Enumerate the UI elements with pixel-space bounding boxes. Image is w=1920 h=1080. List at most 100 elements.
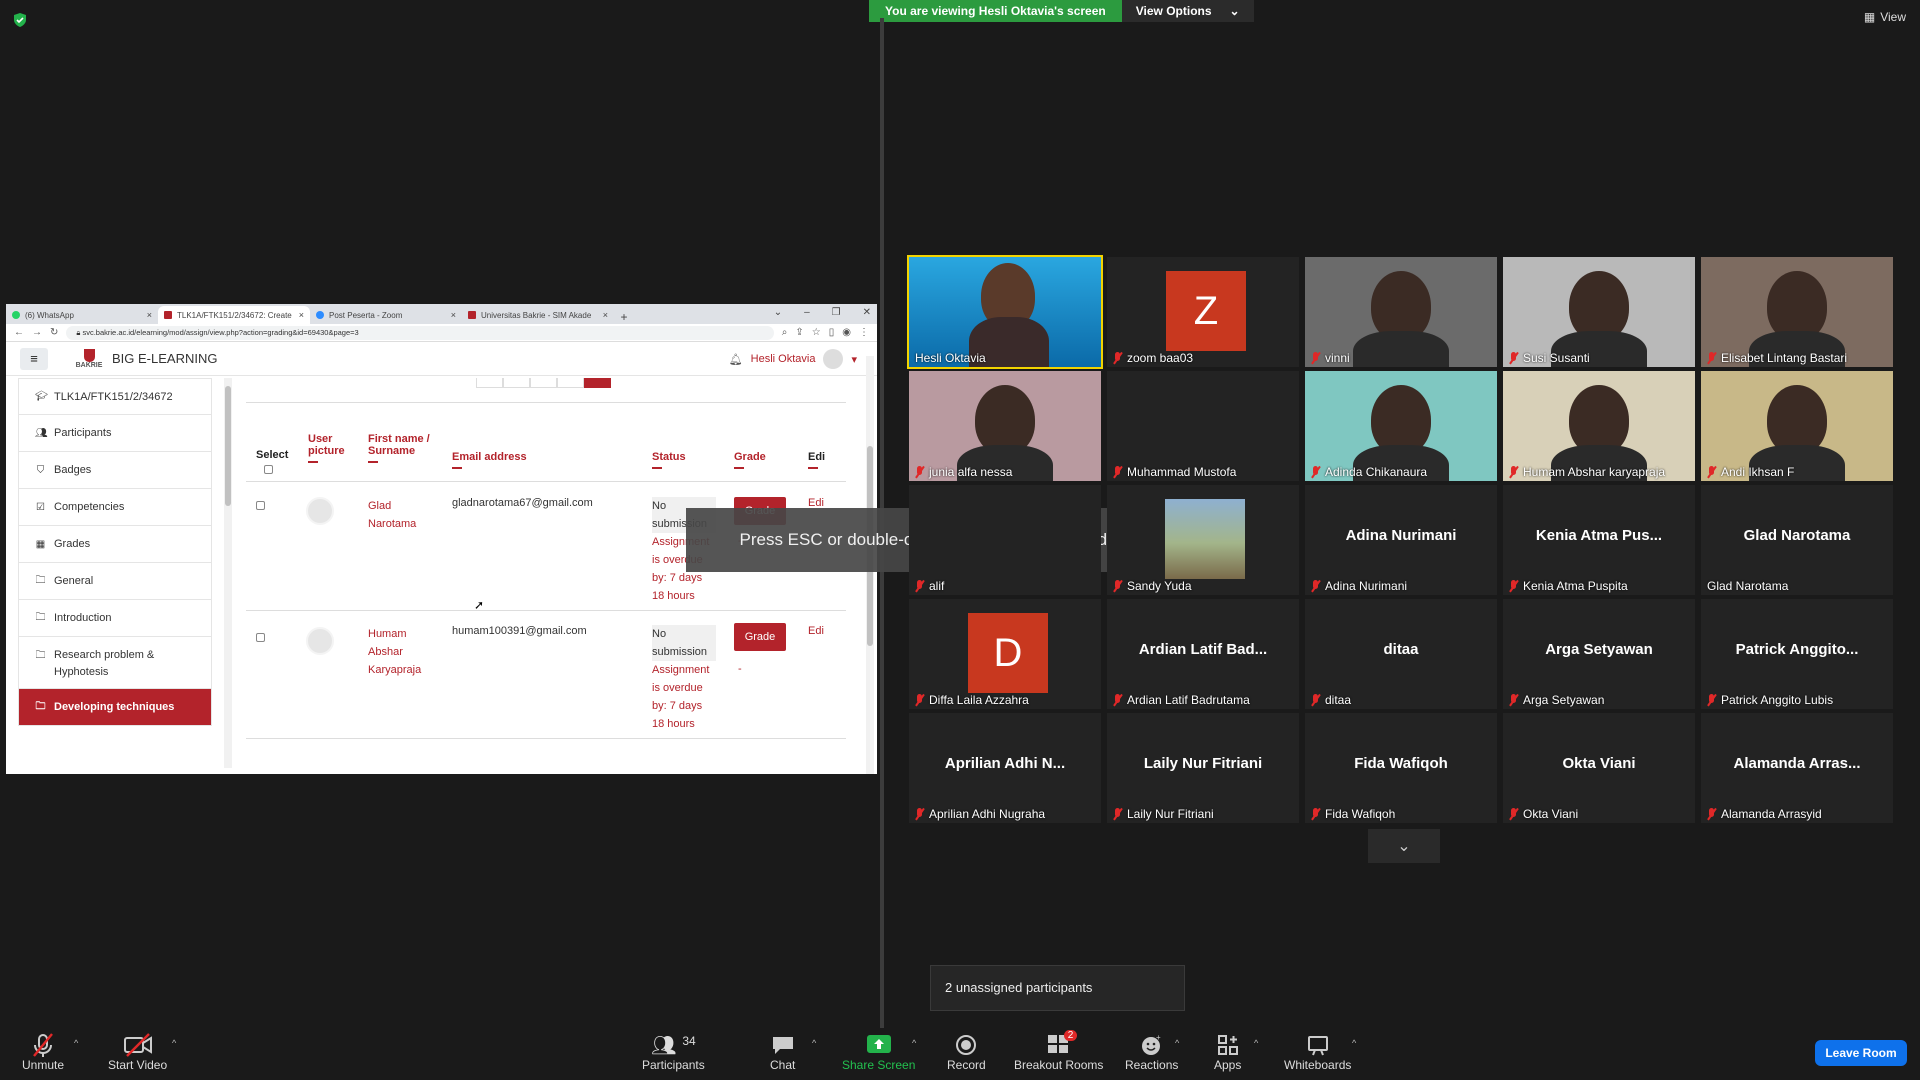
participant-tile[interactable]: Andi Ikhsan F [1701, 371, 1893, 481]
participant-tile[interactable]: Elisabet Lintang Bastari [1701, 257, 1893, 367]
reload-icon[interactable]: ↻ [50, 327, 58, 338]
chat-button[interactable]: Chat [770, 1032, 795, 1072]
header-status[interactable]: Status [652, 451, 686, 469]
url-field[interactable]: 🔒︎ svc.bakrie.ac.id/elearning/mod/assign… [66, 325, 774, 340]
menu-dots-icon[interactable]: ⋮ [859, 327, 869, 338]
side-panel-icon[interactable]: ▯ [829, 327, 835, 338]
bell-icon[interactable]: 🔔︎ [729, 353, 743, 366]
page-link[interactable] [557, 378, 584, 388]
drawer-item-grades[interactable]: ▦ Grades [18, 526, 212, 563]
participant-tile[interactable]: Susi Susanti [1503, 257, 1695, 367]
unmute-button[interactable]: Unmute [22, 1032, 64, 1072]
reactions-options-caret[interactable]: ^ [1175, 1038, 1179, 1048]
page-link[interactable] [476, 378, 503, 388]
participant-tile[interactable]: alif [909, 485, 1101, 595]
participant-tile[interactable]: Sandy Yuda [1107, 485, 1299, 595]
whiteboards-button[interactable]: Whiteboards [1284, 1032, 1351, 1072]
edit-link[interactable]: Edi [808, 625, 824, 637]
participant-tile[interactable]: Aprilian Adhi N... Aprilian Adhi Nugraha [909, 713, 1101, 823]
participant-tile[interactable]: Humam Abshar karyapraja [1503, 371, 1695, 481]
apps-options-caret[interactable]: ^ [1254, 1038, 1258, 1048]
bookmark-star-icon[interactable]: ☆ [812, 327, 821, 338]
unassigned-participants-tooltip[interactable]: 2 unassigned participants [930, 965, 1185, 1011]
participant-tile[interactable]: Adinda Chikanaura [1305, 371, 1497, 481]
page-link[interactable] [530, 378, 557, 388]
participant-tile[interactable]: Adina Nurimani Adina Nurimani [1305, 485, 1497, 595]
participant-tile[interactable]: Laily Nur Fitriani Laily Nur Fitriani [1107, 713, 1299, 823]
profile-icon[interactable]: ◉ [842, 327, 851, 338]
share-screen-button[interactable]: Share Screen [842, 1032, 915, 1072]
drawer-item-general[interactable]: 🗀 General [18, 563, 212, 600]
share-icon[interactable]: ⇪ [795, 327, 803, 338]
header-grade[interactable]: Grade [734, 451, 766, 469]
participant-tile[interactable]: Hesli Oktavia [907, 255, 1103, 369]
drawer-scrollbar[interactable] [224, 378, 232, 768]
header-name[interactable]: First name / Surname [368, 433, 432, 463]
participant-tile[interactable]: vinni [1305, 257, 1497, 367]
page-link-current[interactable] [584, 378, 611, 388]
header-edit[interactable]: Edi [808, 451, 825, 469]
drawer-item-introduction[interactable]: 🗀 Introduction [18, 600, 212, 637]
share-options-caret[interactable]: ^ [912, 1038, 916, 1048]
chat-options-caret[interactable]: ^ [812, 1038, 816, 1048]
participant-tile[interactable]: Alamanda Arras... Alamanda Arrasyid [1701, 713, 1893, 823]
leave-room-button[interactable]: Leave Room [1815, 1040, 1907, 1066]
browser-tab-whatsapp[interactable]: (6) WhatsApp × [6, 306, 158, 324]
reactions-button[interactable]: + Reactions [1125, 1032, 1178, 1072]
drawer-item-competencies[interactable]: ☑ Competencies [18, 489, 212, 526]
close-window-icon[interactable]: ✕ [863, 307, 871, 318]
participants-button[interactable]: 👥︎ 34 Participants [642, 1032, 705, 1072]
participant-tile[interactable]: Patrick Anggito... Patrick Anggito Lubis [1701, 599, 1893, 709]
back-icon[interactable]: ← [14, 327, 24, 338]
new-tab-button[interactable]: + [614, 310, 634, 324]
select-all-checkbox[interactable] [264, 465, 273, 474]
participant-tile[interactable]: Arga Setyawan Arga Setyawan [1503, 599, 1695, 709]
start-video-button[interactable]: Start Video [108, 1032, 167, 1072]
restore-icon[interactable]: ❐ [832, 307, 841, 318]
whiteboards-options-caret[interactable]: ^ [1352, 1038, 1356, 1048]
participant-tile[interactable]: ditaa ditaa [1305, 599, 1497, 709]
user-menu[interactable]: 🔔︎ Hesli Oktavia ▾ [729, 349, 857, 369]
user-name-link[interactable]: Humam Abshar Karyapraja [368, 625, 428, 679]
participant-tile[interactable]: Ardian Latif Bad... Ardian Latif Badrutam… [1107, 599, 1299, 709]
hamburger-menu-icon[interactable]: ≡ [20, 347, 48, 370]
apps-button[interactable]: Apps [1214, 1032, 1241, 1072]
close-tab-icon[interactable]: × [147, 310, 152, 320]
tab-search-icon[interactable]: ⌄ [774, 307, 782, 318]
row-checkbox[interactable] [256, 501, 265, 510]
grade-button[interactable]: Grade [734, 623, 786, 651]
forward-icon[interactable]: → [32, 327, 42, 338]
close-tab-icon[interactable]: × [603, 310, 608, 320]
drawer-item-research[interactable]: 🗀 Research problem & Hyphotesis [18, 637, 212, 689]
participant-tile[interactable]: Okta Viani Okta Viani [1503, 713, 1695, 823]
row-checkbox[interactable] [256, 633, 265, 642]
participant-tile[interactable]: junia alfa nessa [909, 371, 1101, 481]
header-user-picture[interactable]: User picture [308, 433, 352, 463]
participant-tile[interactable]: Glad Narotama Glad Narotama [1701, 485, 1893, 595]
audio-options-caret[interactable]: ^ [74, 1038, 78, 1048]
video-options-caret[interactable]: ^ [172, 1038, 176, 1048]
minimize-icon[interactable]: – [804, 307, 810, 318]
security-shield-icon[interactable] [12, 12, 28, 28]
drawer-item-badges[interactable]: ⛉ Badges [18, 452, 212, 489]
drawer-item-participants[interactable]: 👥︎ Participants [18, 415, 212, 452]
drawer-item-course[interactable]: 🎓︎ TLK1A/FTK151/2/34672 [18, 378, 212, 415]
drawer-item-developing-techniques[interactable]: 🗀 Developing techniques [18, 689, 212, 726]
participant-tile[interactable]: Zzoom baa03 [1107, 257, 1299, 367]
close-tab-icon[interactable]: × [451, 310, 456, 320]
participant-tile[interactable]: Kenia Atma Pus... Kenia Atma Puspita [1503, 485, 1695, 595]
scroll-thumb[interactable] [225, 386, 231, 506]
page-link[interactable] [503, 378, 530, 388]
participant-tile[interactable]: Fida Wafiqoh Fida Wafiqoh [1305, 713, 1497, 823]
record-button[interactable]: Record [947, 1032, 986, 1072]
site-name[interactable]: BIG E-LEARNING [112, 351, 217, 366]
browser-tab-moodle[interactable]: TLK1A/FTK151/2/34672: Create × [158, 306, 310, 324]
participant-tile[interactable]: D Diffa Laila Azzahra [909, 599, 1101, 709]
gallery-expand-button[interactable]: ⌄ [1368, 829, 1440, 863]
view-options-button[interactable]: View Options ⌄ [1121, 0, 1254, 22]
participant-tile[interactable]: Muhammad Mustofa [1107, 371, 1299, 481]
close-tab-icon[interactable]: × [299, 310, 304, 320]
browser-tab-sim[interactable]: Universitas Bakrie - SIM Akade × [462, 306, 614, 324]
browser-tab-zoom[interactable]: Post Peserta - Zoom × [310, 306, 462, 324]
user-name-link[interactable]: Glad Narotama [368, 497, 428, 533]
